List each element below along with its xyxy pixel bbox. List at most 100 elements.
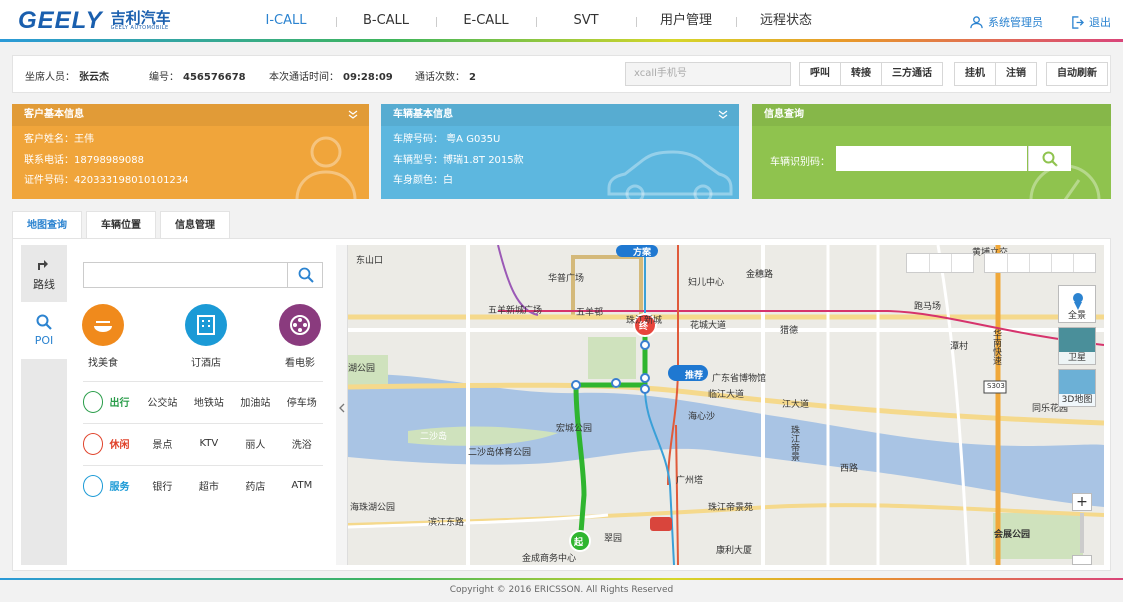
chevron-down-icon[interactable]: [347, 109, 359, 121]
conference-button[interactable]: 三方通话: [881, 63, 942, 85]
map-label: 妇儿中心: [688, 278, 725, 288]
road-shield: S303: [987, 382, 1005, 390]
footer: Copyright © 2016 ERICSSON. All Rights Re…: [0, 578, 1123, 600]
call-count: 2: [469, 72, 476, 83]
zoom-search-icon[interactable]: [929, 254, 951, 272]
side-route[interactable]: 路线: [21, 245, 67, 302]
person-watermark-icon: [295, 136, 357, 199]
pin-icon[interactable]: [1051, 254, 1073, 272]
geely-logo: GEELY 吉利汽车 GEELY AUTOMOBILE: [18, 7, 171, 34]
customer-info-card: 客户基本信息 客户姓名：王伟 联系电话：18798989088 证件号码：420…: [12, 104, 369, 199]
poi-search-input[interactable]: [83, 262, 288, 288]
poi-bank[interactable]: 银行: [141, 478, 183, 493]
map-label: 宏城公园: [556, 424, 593, 434]
info-query-card: 信息查询 车辆识别码：: [752, 104, 1111, 199]
poi-atm[interactable]: ATM: [281, 480, 323, 491]
search-icon: [36, 314, 52, 330]
side-poi[interactable]: POI: [21, 302, 67, 359]
map-3d-button[interactable]: 3D地图: [1058, 369, 1096, 407]
route-turn-icon: [38, 259, 48, 270]
location-pin-icon: [1073, 293, 1083, 310]
map-toolbar-left: [906, 253, 974, 273]
current-user[interactable]: 系统管理员: [970, 14, 1043, 30]
call-button-group: 呼叫 转接 三方通话: [799, 62, 943, 86]
panel-collapse-handle[interactable]: [336, 245, 348, 565]
panorama-button[interactable]: 全景: [1058, 285, 1096, 323]
map-label: 华普广场: [548, 274, 585, 284]
vin-input[interactable]: [836, 146, 1027, 171]
satellite-button[interactable]: 卫星: [1058, 327, 1096, 365]
tab-vehicle-location[interactable]: 车辆位置: [86, 211, 156, 239]
poi-subway[interactable]: 地铁站: [188, 394, 230, 409]
zoom-in-button[interactable]: +: [1072, 493, 1092, 511]
call-button[interactable]: 呼叫: [800, 63, 840, 85]
xcall-phone-input[interactable]: xcall手机号: [625, 62, 791, 86]
call-count-field: 通话次数： 2: [415, 72, 476, 83]
poi-hotel-label: 订酒店: [191, 358, 221, 369]
agent-name: 张云杰: [79, 72, 109, 83]
zoom-control: +: [1072, 493, 1092, 565]
capsule-icon[interactable]: [951, 254, 973, 272]
map-label: 翠园: [604, 534, 623, 544]
poi-bus-stop[interactable]: 公交站: [141, 394, 183, 409]
map-label: 花城大道: [690, 321, 727, 331]
tab-map-query[interactable]: 地图查询: [12, 211, 82, 239]
nav-bcall[interactable]: B-CALL: [336, 0, 436, 42]
refresh-icon[interactable]: [907, 254, 929, 272]
map-view[interactable]: 东山口 华普广场 妇儿中心 金穗路 五羊新城广场 五羊邨 珠江新城 花城大道 猎…: [348, 245, 1104, 565]
ruler-icon[interactable]: [1007, 254, 1029, 272]
food-icon: [82, 304, 124, 346]
tab-info-management[interactable]: 信息管理: [160, 211, 230, 239]
transfer-button[interactable]: 转接: [840, 63, 881, 85]
poi-gas-station[interactable]: 加油站: [234, 394, 276, 409]
nav-svt[interactable]: SVT: [536, 0, 636, 42]
route-start-marker: 起: [574, 538, 584, 548]
map-label: 广东省博物馆: [712, 374, 767, 384]
map-label: 金成商务中心: [522, 554, 577, 564]
poi-scenic[interactable]: 景点: [141, 436, 183, 451]
call-time: 09:28:09: [343, 72, 393, 83]
map-label: 临江大道: [708, 390, 745, 400]
vehicle-info-card: 车辆基本信息 车牌号码： 粤A G035U 车辆型号：博瑞1.8T 2015款 …: [381, 104, 739, 199]
logoff-button[interactable]: 注销: [995, 63, 1036, 85]
poi-hotel[interactable]: 订酒店: [185, 304, 227, 369]
zoom-slider[interactable]: [1080, 513, 1084, 553]
nav-ecall[interactable]: E-CALL: [436, 0, 536, 42]
chevron-down-icon[interactable]: [717, 109, 729, 121]
poi-movie[interactable]: 看电影: [279, 304, 321, 369]
top-header: GEELY 吉利汽车 GEELY AUTOMOBILE I-CALL B-CALL…: [0, 0, 1123, 42]
chevron-left-icon: [339, 403, 345, 413]
fullscreen-icon[interactable]: [1073, 254, 1095, 272]
hangup-button[interactable]: 挂机: [955, 63, 995, 85]
poi-supermarket[interactable]: 超市: [188, 478, 230, 493]
map-label: 湖公园: [348, 364, 376, 374]
nav-remote-status[interactable]: 远程状态: [736, 0, 836, 42]
map-panel: 路线 POI 找美食 订酒店 看电影 出行 公交站 地铁站 加油站 停车场 休闲…: [12, 238, 1111, 571]
main-nav: I-CALL B-CALL E-CALL SVT 用户管理 远程状态: [236, 0, 836, 42]
vin-label: 车辆识别码：: [770, 157, 830, 168]
fuel-pump-icon: [83, 390, 104, 413]
auto-refresh-button[interactable]: 自动刷新: [1047, 63, 1107, 85]
nav-user-management[interactable]: 用户管理: [636, 0, 736, 42]
poi-travel-head: 出行: [109, 398, 130, 409]
share-icon[interactable]: [985, 254, 1007, 272]
edit-icon[interactable]: [1029, 254, 1051, 272]
poi-parking[interactable]: 停车场: [281, 394, 323, 409]
poi-leisure-head: 休闲: [109, 440, 130, 451]
poi-food[interactable]: 找美食: [82, 304, 124, 369]
poi-beauty[interactable]: 丽人: [234, 436, 276, 451]
poi-ktv[interactable]: KTV: [188, 438, 230, 449]
map-label: 会展公园: [994, 530, 1031, 540]
zoom-out-button[interactable]: [1072, 555, 1092, 565]
agent-id-field: 编号： 456576678: [149, 72, 246, 83]
poi-pharmacy[interactable]: 药店: [234, 478, 276, 493]
logout-button[interactable]: 退出: [1071, 14, 1111, 30]
map-label: 二沙岛体育公园: [468, 448, 532, 458]
side-poi-label: POI: [34, 334, 54, 347]
map-side-nav: 路线 POI: [21, 245, 67, 565]
car-watermark-icon: [607, 150, 733, 199]
search-icon: [298, 267, 314, 283]
poi-search-button[interactable]: [287, 262, 323, 288]
poi-bath[interactable]: 洗浴: [281, 436, 323, 451]
nav-icall[interactable]: I-CALL: [236, 0, 336, 42]
